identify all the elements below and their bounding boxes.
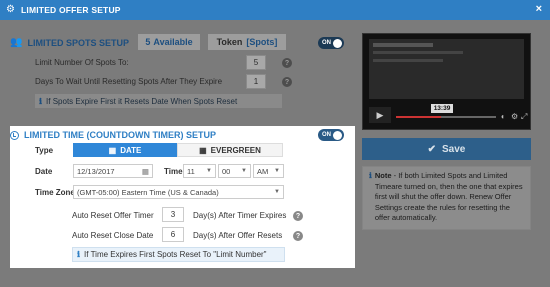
limit-spots-label: Limit Number Of Spots To:: [35, 58, 129, 67]
hour-select[interactable]: 11 ▼: [183, 164, 216, 178]
info-icon: ℹ: [369, 171, 372, 180]
video-progress-fill: [396, 116, 441, 118]
auto-reset-label: Auto Reset Offer Timer: [72, 211, 154, 220]
calendar-icon: ▦: [108, 145, 117, 155]
settings-icon[interactable]: ⚙: [511, 112, 518, 121]
clock-icon: [10, 130, 19, 140]
spots-section-title: 👥 LIMITED SPOTS SETUP: [10, 37, 129, 48]
timezone-label: Time Zone: [35, 188, 75, 197]
date-input[interactable]: 12/13/2017 ▦: [73, 164, 153, 178]
chevron-down-icon: ▼: [241, 168, 247, 174]
chevron-down-icon: ▼: [274, 189, 280, 195]
calendar-icon: ▦: [199, 145, 207, 155]
save-button[interactable]: ✔ Save: [362, 138, 531, 160]
time-label: Time: [164, 167, 183, 176]
fullscreen-icon[interactable]: ⤢: [521, 112, 527, 122]
spots-note: ℹ If Spots Expire First it Resets Date W…: [35, 94, 282, 108]
type-label: Type: [35, 146, 54, 155]
check-icon: ✔: [427, 143, 437, 155]
timer-note: ℹ If Time Expires First Spots Reset To "…: [72, 247, 285, 262]
users-icon: 👥: [10, 37, 23, 48]
date-label: Date: [35, 167, 53, 176]
limit-spots-input[interactable]: 5: [246, 55, 266, 70]
timer-section-title: LIMITED TIME (COUNTDOWN TIMER) SETUP: [10, 130, 216, 140]
timer-toggle[interactable]: ON: [318, 129, 344, 141]
help-icon[interactable]: ?: [282, 58, 292, 68]
toggle-knob: [333, 38, 342, 48]
help-icon[interactable]: ?: [293, 211, 303, 221]
chevron-down-icon: ▼: [206, 168, 212, 174]
help-icon[interactable]: ?: [282, 77, 292, 87]
window-title: LIMITED OFFER SETUP: [21, 5, 121, 15]
help-icon[interactable]: ?: [293, 231, 303, 241]
play-icon[interactable]: ▶: [369, 107, 391, 123]
close-date-suffix: Day(s) After Offer Resets: [193, 231, 283, 240]
video-frame: [369, 39, 524, 99]
auto-reset-input[interactable]: 3: [162, 207, 184, 222]
minute-select[interactable]: 00 ▼: [218, 164, 251, 178]
spots-toggle[interactable]: ON: [318, 37, 344, 49]
close-date-label: Auto Reset Close Date: [72, 231, 154, 240]
chevron-down-icon: ▼: [274, 168, 280, 174]
info-icon: ℹ: [77, 250, 81, 259]
volume-icon[interactable]: ◖: [500, 112, 505, 121]
auto-reset-suffix: Day(s) After Timer Expires: [193, 211, 287, 220]
calendar-icon: ▦: [141, 166, 149, 176]
spots-token-badge[interactable]: Token [Spots]: [208, 34, 286, 50]
info-icon: ℹ: [39, 96, 43, 106]
settings-icon: ⚙: [6, 4, 15, 15]
video-timestamp: 13:39: [431, 104, 453, 113]
tutorial-video[interactable]: 13:39 ▶ ◖ ⚙ ⤢: [362, 33, 531, 130]
wait-days-input[interactable]: 1: [246, 74, 266, 89]
ampm-select[interactable]: AM ▼: [253, 164, 284, 178]
info-note: ℹ Note - If both Limited Spots and Limit…: [362, 166, 531, 230]
type-date-button[interactable]: ▦ DATE: [73, 143, 177, 157]
close-icon[interactable]: ×: [536, 3, 542, 15]
spots-available-badge: 5 Available: [138, 34, 200, 50]
type-evergreen-button[interactable]: ▦ EVERGREEN: [177, 143, 283, 157]
toggle-knob: [333, 130, 342, 140]
timezone-select[interactable]: (GMT-05:00) Eastern Time (US & Canada) ▼: [73, 185, 284, 199]
video-progress[interactable]: [396, 116, 496, 118]
window-titlebar: ⚙ LIMITED OFFER SETUP ×: [0, 0, 550, 20]
wait-days-label: Days To Wait Until Resetting Spots After…: [35, 77, 223, 86]
close-date-input[interactable]: 6: [162, 227, 184, 242]
